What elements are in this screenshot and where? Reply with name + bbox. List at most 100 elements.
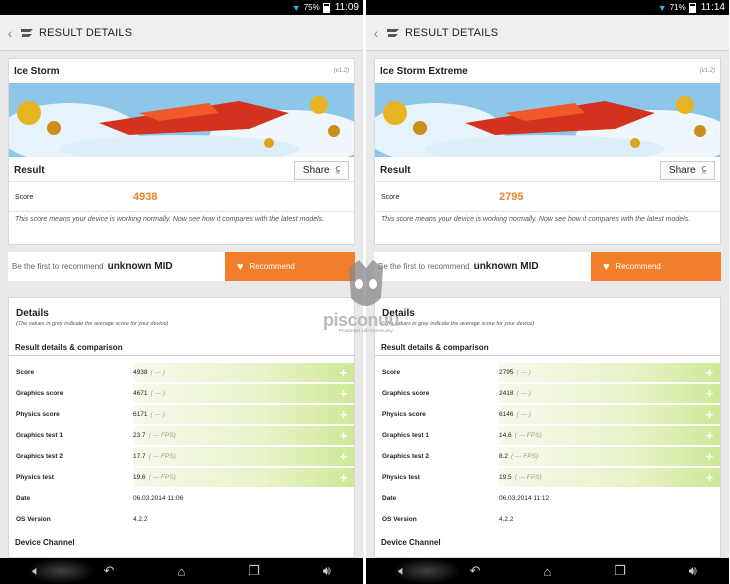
details-subtitle: Result details & comparison [15, 343, 123, 352]
status-bar: ▼ 75% 11:09 [0, 0, 363, 15]
test-banner-image [375, 83, 720, 157]
recommend-button[interactable]: ♥ Recommend [591, 252, 721, 281]
recommend-label: Recommend [249, 262, 295, 271]
score-label: Score [15, 193, 34, 201]
row-label: Physics test [382, 474, 420, 481]
volume-icon[interactable]: 🔈︎ [16, 563, 56, 579]
result-label: Result [380, 164, 411, 176]
plus-icon[interactable]: + [702, 407, 717, 422]
result-card: Ice Storm (v1.2) Result Share ⫅ Score 49… [8, 58, 355, 245]
row-value: 4.2.2 [499, 516, 514, 523]
row-average: ( --- ) [150, 390, 165, 397]
row-average: ( --- ) [150, 411, 165, 418]
volume-up-icon[interactable]: 🔊︎ [307, 563, 347, 579]
plus-icon[interactable]: + [336, 365, 351, 380]
details-note: (The values in grey indicate the average… [16, 321, 169, 327]
3dmark-logo-icon [387, 28, 399, 37]
row-label: Graphics test 2 [16, 453, 63, 460]
recents-icon[interactable]: ❐ [600, 563, 640, 579]
heart-icon: ♥ [237, 260, 244, 273]
plus-icon[interactable]: + [702, 449, 717, 464]
back-icon[interactable]: ‹ [366, 25, 386, 41]
row-label: Score [16, 369, 35, 376]
wifi-icon: ▼ [657, 2, 667, 13]
detail-row: Physics score 6171( --- ) + [9, 404, 354, 425]
share-icon: ⫅ [701, 164, 706, 176]
wifi-icon: ▼ [291, 2, 301, 13]
row-value: 4.2.2 [133, 516, 148, 523]
score-label: Score [381, 193, 400, 201]
row-label: OS Version [382, 516, 417, 523]
recents-icon[interactable]: ❐ [234, 563, 274, 579]
detail-row: Score 4938( --- ) + [9, 362, 354, 383]
result-label: Result [14, 164, 45, 176]
home-icon[interactable]: ⌂ [527, 564, 567, 579]
clock: 11:14 [700, 2, 725, 13]
result-card: Ice Storm Extreme (v1.2) Result Share ⫅ … [374, 58, 721, 245]
volume-icon[interactable]: 🔈︎ [382, 563, 422, 579]
plus-icon[interactable]: + [336, 386, 351, 401]
back-icon[interactable]: ‹ [0, 25, 20, 41]
screenshot-panel-right: ▼ 71% 11:14 ‹ RESULT DETAILS Ice Storm E… [366, 0, 729, 584]
row-value: 06.03.2014 11:06 [133, 495, 184, 502]
row-value: 17.7 [133, 453, 146, 460]
detail-row: OS Version 4.2.2 [375, 509, 720, 530]
row-label: Graphics test 1 [382, 432, 429, 439]
screenshot-panel-left: ▼ 75% 11:09 ‹ RESULT DETAILS Ice Storm (… [0, 0, 363, 584]
plus-icon[interactable]: + [702, 470, 717, 485]
row-value: 6171 [133, 411, 148, 418]
row-label: Graphics score [16, 390, 64, 397]
score-value: 2795 [499, 191, 524, 203]
row-average: ( --- FPS) [148, 432, 176, 439]
row-value: 23.7 [133, 432, 146, 439]
plus-icon[interactable]: + [336, 428, 351, 443]
row-value: 19.5 [499, 474, 512, 481]
details-card: Details (The values in grey indicate the… [374, 297, 721, 558]
test-name: Ice Storm Extreme [380, 65, 468, 77]
detail-row: Graphics score 2418( --- ) + [375, 383, 720, 404]
row-label: Physics test [16, 474, 54, 481]
score-note: This score means your device is working … [381, 216, 691, 223]
share-button[interactable]: Share ⫅ [659, 160, 715, 180]
plus-icon[interactable]: + [702, 386, 717, 401]
detail-row: Graphics score 4671( --- ) + [9, 383, 354, 404]
plus-icon[interactable]: + [336, 449, 351, 464]
battery-percent: 75% [303, 3, 320, 12]
plus-icon[interactable]: + [336, 470, 351, 485]
battery-percent: 71% [669, 3, 686, 12]
device-channel-heading: Device Channel [381, 538, 441, 547]
detail-row: Physics score 6146( --- ) + [375, 404, 720, 425]
status-bar: ▼ 71% 11:14 [366, 0, 729, 15]
score-value: 4938 [133, 191, 158, 203]
volume-up-icon[interactable]: 🔊︎ [673, 563, 713, 579]
details-title: Details [16, 308, 49, 319]
action-bar: ‹ RESULT DETAILS [0, 15, 363, 51]
home-icon[interactable]: ⌂ [161, 564, 201, 579]
row-label: Graphics score [382, 390, 430, 397]
plus-icon[interactable]: + [336, 407, 351, 422]
plus-icon[interactable]: + [702, 365, 717, 380]
recommend-label: Recommend [615, 262, 661, 271]
row-label: Score [382, 369, 401, 376]
row-label: Physics score [382, 411, 426, 418]
battery-icon [688, 2, 696, 13]
detail-row: Graphics test 2 8.2( --- FPS) + [375, 446, 720, 467]
share-button[interactable]: Share ⫅ [293, 160, 349, 180]
details-subtitle: Result details & comparison [381, 343, 489, 352]
row-value: 4938 [133, 369, 148, 376]
watermark-tagline: PC&Smart Life Community [339, 328, 393, 333]
detail-row: Physics test 19.6( --- FPS) + [9, 467, 354, 488]
row-value: 2795 [499, 369, 514, 376]
nav-bar: 🔈︎ ↶ ⌂ ❐ 🔊︎ [0, 558, 363, 584]
version-label: (v1.2) [699, 68, 715, 74]
row-value: 8.2 [499, 453, 509, 460]
test-name: Ice Storm [14, 65, 60, 77]
row-label: Graphics test 1 [16, 432, 63, 439]
plus-icon[interactable]: + [702, 428, 717, 443]
row-value: 4671 [133, 390, 148, 397]
version-label: (v1.2) [333, 68, 349, 74]
detail-row: Date 06.03.2014 11:12 [375, 488, 720, 509]
score-note: This score means your device is working … [15, 216, 325, 223]
row-average: ( --- FPS) [511, 453, 539, 460]
row-value: 06.03.2014 11:12 [499, 495, 550, 502]
